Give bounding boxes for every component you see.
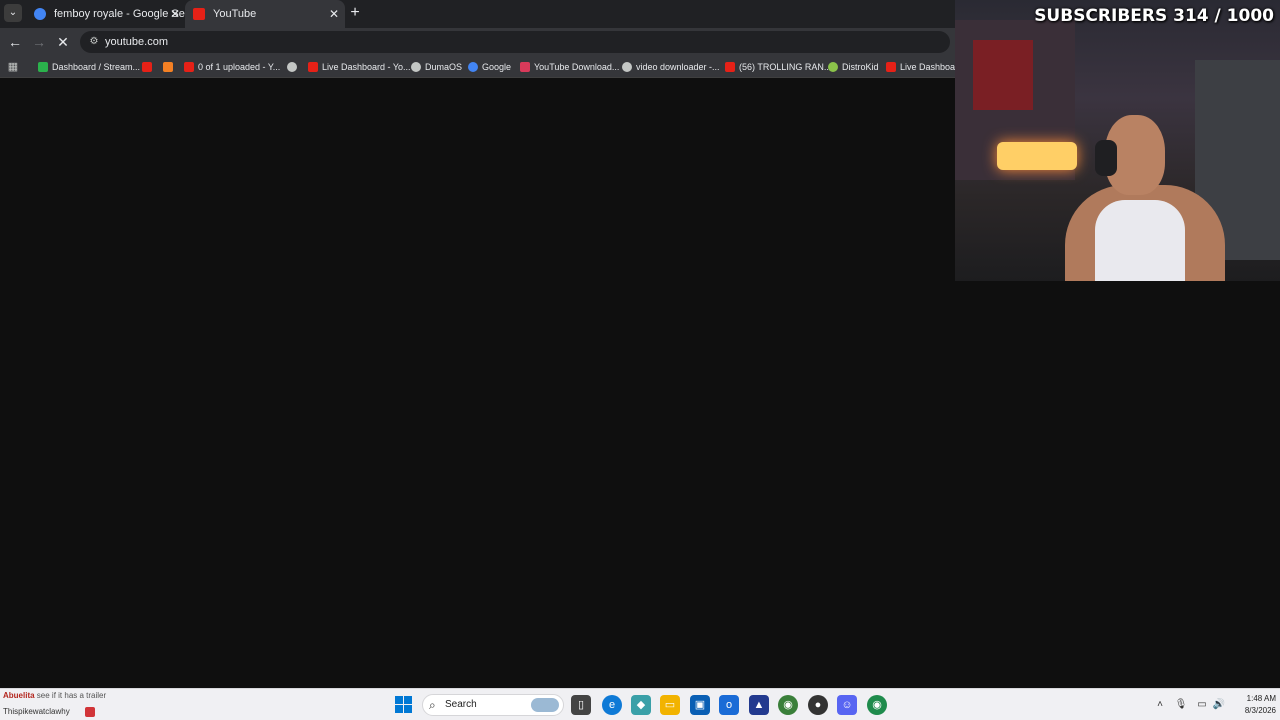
google-icon bbox=[34, 8, 46, 20]
taskbar-search[interactable]: ⌕ Search bbox=[422, 694, 564, 716]
streamer-shirt bbox=[1095, 200, 1185, 281]
file-explorer-icon[interactable]: ▭ bbox=[660, 695, 680, 715]
bookmark-icon bbox=[163, 62, 173, 72]
edge-icon[interactable]: e bbox=[602, 695, 622, 715]
chrome-active-icon[interactable]: ◉ bbox=[867, 695, 887, 715]
google-icon bbox=[622, 62, 632, 72]
bookmark-item[interactable]: Live Dashboard bbox=[886, 56, 963, 78]
bookmark-item[interactable]: video downloader -... bbox=[622, 56, 720, 78]
download-icon bbox=[520, 62, 530, 72]
volume-icon[interactable]: 🔊 bbox=[1212, 695, 1226, 715]
tab-label: femboy royale - Google Search bbox=[54, 8, 186, 20]
obs-icon[interactable]: ● bbox=[808, 695, 828, 715]
headset-icon bbox=[1095, 140, 1117, 176]
windows-start-icon[interactable] bbox=[394, 695, 414, 715]
new-tab-button[interactable]: + bbox=[346, 4, 364, 22]
site-info-icon[interactable]: ⚙ bbox=[87, 35, 101, 49]
close-icon[interactable]: ✕ bbox=[329, 0, 339, 28]
taskbar: Abuelita see if it has a trailer Thispik… bbox=[0, 688, 1280, 720]
task-view-icon[interactable]: ▯ bbox=[571, 695, 591, 715]
close-icon[interactable]: ✕ bbox=[170, 0, 180, 28]
page-content-loading bbox=[0, 79, 955, 688]
microphone-icon[interactable]: 🎙 bbox=[1174, 695, 1188, 715]
youtube-icon bbox=[193, 8, 205, 20]
bookmark-item[interactable] bbox=[142, 56, 156, 78]
neon-sign bbox=[997, 142, 1077, 170]
network-icon[interactable]: ▭ bbox=[1195, 695, 1209, 715]
bookmark-item[interactable]: Live Dashboard - Yo... bbox=[308, 56, 411, 78]
bookmark-item[interactable]: DistroKid bbox=[828, 56, 879, 78]
globe-icon bbox=[411, 62, 421, 72]
bookmark-icon bbox=[38, 62, 48, 72]
photos-icon[interactable]: ◆ bbox=[631, 695, 651, 715]
news-badge bbox=[85, 707, 95, 717]
clock-date: 8/3/2026 bbox=[1244, 706, 1276, 715]
discord-icon[interactable]: ☺ bbox=[837, 695, 857, 715]
browser-toolbar: ← → ✕ ⚙ youtube.com bbox=[0, 28, 955, 56]
outlook-icon[interactable]: o bbox=[719, 695, 739, 715]
bookmark-icon bbox=[142, 62, 152, 72]
bookmark-item[interactable]: (56) TROLLING RAN... bbox=[725, 56, 831, 78]
tab-google-search[interactable]: femboy royale - Google Search ✕ bbox=[26, 0, 186, 28]
globe-icon bbox=[287, 62, 297, 72]
news-widget[interactable]: Abuelita see if it has a trailer Thispik… bbox=[3, 690, 193, 720]
bookmark-item[interactable]: 0 of 1 uploaded - Y... bbox=[184, 56, 280, 78]
store-icon[interactable]: ▣ bbox=[690, 695, 710, 715]
bookmark-item[interactable]: YouTube Download... bbox=[520, 56, 619, 78]
subscriber-counter: SUBSCRIBERS 314 / 1000 bbox=[1034, 6, 1274, 26]
bookmark-item[interactable] bbox=[163, 56, 177, 78]
tab-search-button[interactable]: ⌄ bbox=[4, 4, 22, 22]
clock-time: 1:48 AM bbox=[1246, 694, 1276, 703]
address-url[interactable]: youtube.com bbox=[105, 31, 168, 53]
tab-youtube[interactable]: YouTube ✕ bbox=[185, 0, 345, 28]
chrome-icon[interactable]: ◉ bbox=[778, 695, 798, 715]
youtube-icon bbox=[725, 62, 735, 72]
stop-loading-button[interactable]: ✕ bbox=[54, 33, 72, 51]
news-subline: Thispikewatclawhy bbox=[3, 707, 70, 716]
tray-overflow-icon[interactable]: ˄ bbox=[1153, 695, 1167, 715]
google-icon bbox=[468, 62, 478, 72]
search-highlight-icon bbox=[531, 698, 559, 712]
system-clock[interactable]: 1:48 AM 8/3/2026 bbox=[1226, 693, 1276, 717]
webcam-overlay bbox=[955, 0, 1280, 281]
bookmark-item[interactable]: Dashboard / Stream... bbox=[38, 56, 140, 78]
bookmark-icon bbox=[308, 62, 318, 72]
bookmark-icon bbox=[184, 62, 194, 72]
search-icon: ⌕ bbox=[429, 698, 436, 712]
bookmark-item[interactable]: DumaOS bbox=[411, 56, 462, 78]
youtube-icon bbox=[886, 62, 896, 72]
forward-button[interactable]: → bbox=[30, 33, 48, 51]
address-bar[interactable]: ⚙ youtube.com bbox=[80, 31, 950, 53]
tab-label: YouTube bbox=[213, 8, 257, 20]
news-headline: Abuelita see if it has a trailer bbox=[3, 691, 107, 700]
apps-grid-icon[interactable]: ▦ bbox=[6, 60, 20, 74]
distrokid-icon bbox=[828, 62, 838, 72]
bookmarks-bar: ▦ Dashboard / Stream... 0 of 1 uploaded … bbox=[0, 56, 963, 78]
bookmark-item[interactable]: Google bbox=[468, 56, 511, 78]
webcam-poster bbox=[973, 40, 1033, 110]
tab-strip: ⌄ femboy royale - Google Search ✕ YouTub… bbox=[0, 0, 955, 28]
bookmark-item[interactable] bbox=[287, 56, 301, 78]
back-button[interactable]: ← bbox=[6, 33, 24, 51]
page-content-right bbox=[955, 281, 1280, 688]
search-label: Search bbox=[445, 699, 477, 710]
app-icon[interactable]: ▲ bbox=[749, 695, 769, 715]
